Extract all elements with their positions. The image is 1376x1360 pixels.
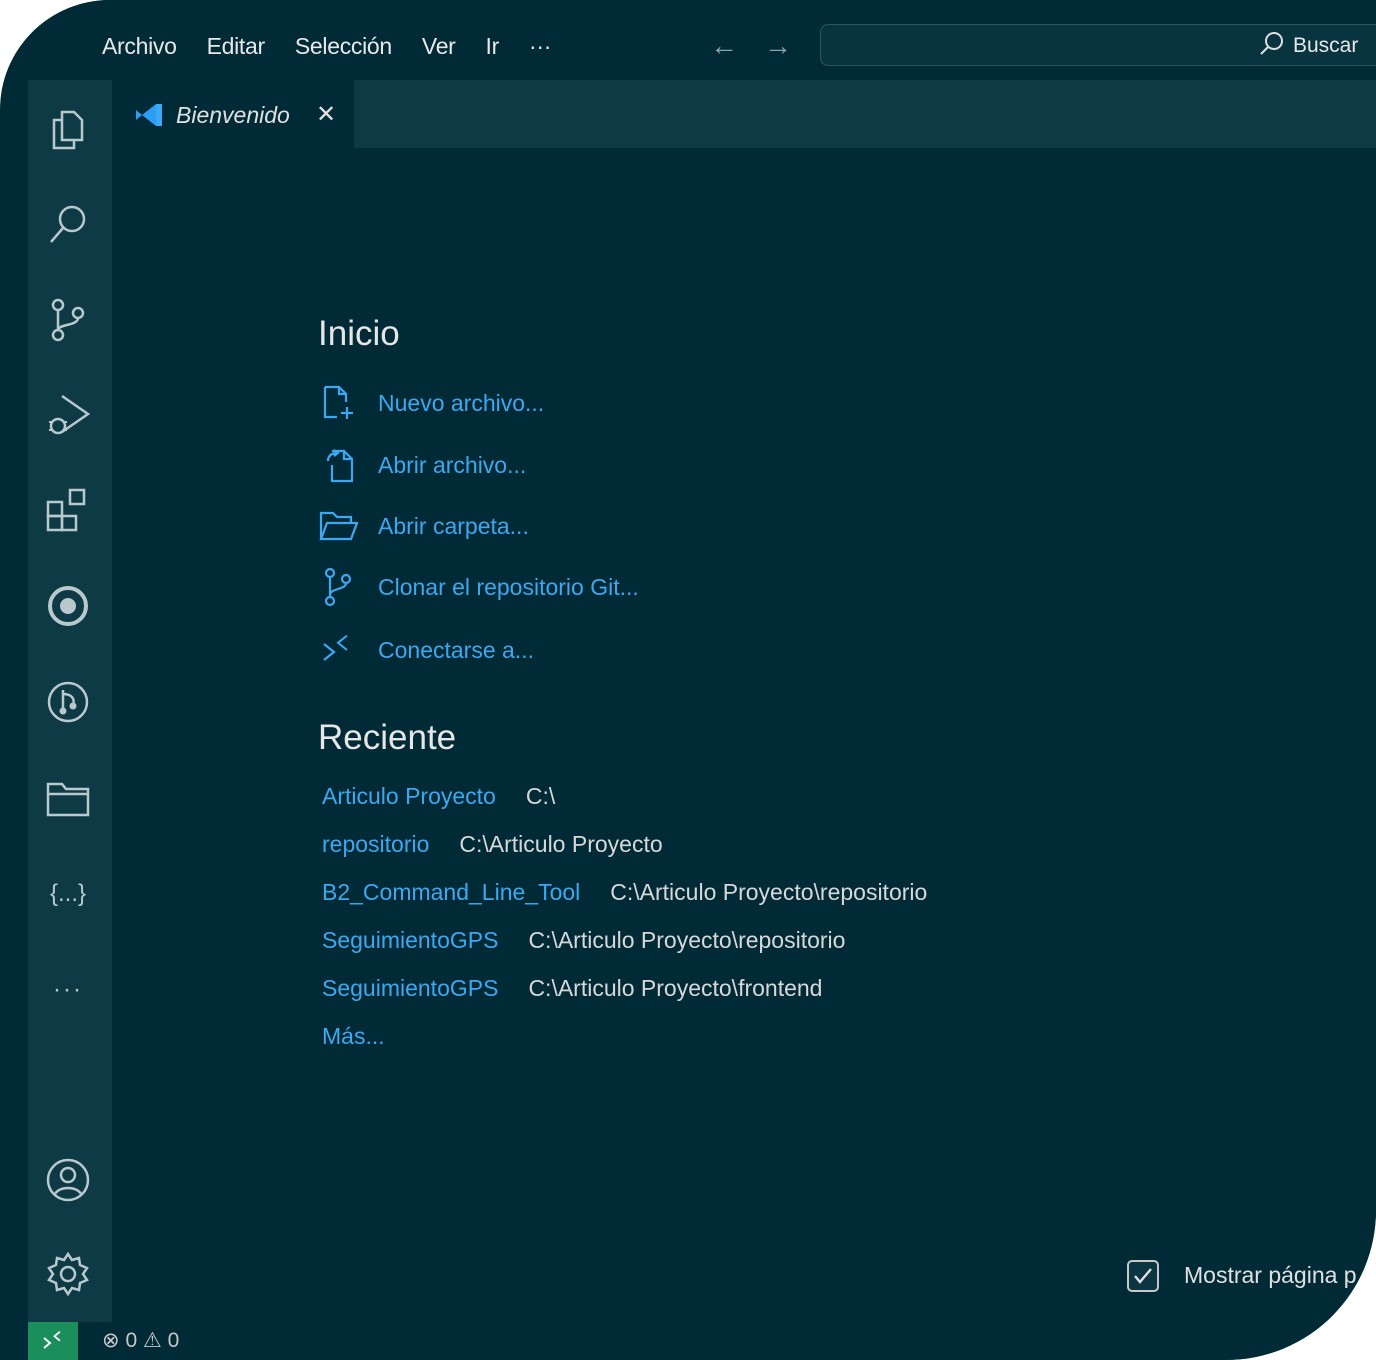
check-icon xyxy=(1134,1268,1152,1284)
start-item-label: Clonar el repositorio Git... xyxy=(378,574,639,600)
remote-icon xyxy=(43,1331,61,1349)
menu-seleccion[interactable]: Selección xyxy=(295,28,392,64)
status-bar: ⊗ 0 ⚠ 0 xyxy=(28,1322,1376,1360)
menu-bar: Archivo Editar Selección Ver Ir ··· xyxy=(102,28,581,64)
start-item-label: Abrir carpeta... xyxy=(378,513,529,539)
recent-heading: Reciente xyxy=(318,718,457,757)
open-file-icon xyxy=(318,445,358,485)
account-icon[interactable] xyxy=(38,1152,98,1208)
more-icon[interactable]: ··· xyxy=(38,962,98,1018)
warning-count: 0 xyxy=(167,1329,180,1352)
menu-ver[interactable]: Ver xyxy=(422,28,456,64)
open-folder-icon xyxy=(318,506,358,546)
run-debug-icon[interactable] xyxy=(38,386,98,442)
error-count: 0 xyxy=(125,1329,138,1352)
recent-item-name[interactable]: SeguimientoGPS xyxy=(322,927,498,954)
title-bar: Archivo Editar Selección Ver Ir ··· ← → … xyxy=(0,0,1376,92)
command-center-search[interactable]: Buscar xyxy=(820,24,1376,66)
new-file-icon xyxy=(318,383,358,423)
show-on-startup-checkbox[interactable] xyxy=(1127,1260,1159,1292)
menu-archivo[interactable]: Archivo xyxy=(102,28,177,64)
git-clone-icon xyxy=(318,567,358,607)
remote-connect-icon xyxy=(318,630,358,670)
recent-item-path: C:\Articulo Proyecto\repositorio xyxy=(610,878,928,905)
warning-icon: ⚠ xyxy=(142,1329,162,1352)
tab-label: Bienvenido xyxy=(176,102,290,128)
search-icon xyxy=(1260,32,1283,55)
vscode-logo-icon xyxy=(136,104,162,126)
start-open-file[interactable]: Abrir archivo... xyxy=(318,443,526,487)
recent-item[interactable]: SeguimientoGPS C:\Articulo Proyecto\fron… xyxy=(322,971,822,1005)
start-item-label: Abrir archivo... xyxy=(378,452,527,478)
menu-editar[interactable]: Editar xyxy=(207,28,266,64)
tab-bienvenido[interactable]: Bienvenido ✕ xyxy=(112,80,354,148)
recent-item-path: C:\ xyxy=(525,782,556,809)
settings-icon[interactable] xyxy=(38,1246,98,1302)
recent-item[interactable]: repositorio C:\Articulo Proyecto xyxy=(322,827,663,861)
back-arrow-icon[interactable]: ← xyxy=(710,28,738,64)
recent-item[interactable]: Articulo Proyecto C:\ xyxy=(322,779,555,813)
menu-more[interactable]: ··· xyxy=(529,28,551,64)
error-icon: ⊗ xyxy=(102,1329,120,1352)
recent-item-path: C:\Articulo Proyecto\repositorio xyxy=(528,926,846,953)
start-item-label: Conectarse a... xyxy=(378,637,534,663)
more-recent-link[interactable]: Más... xyxy=(322,1019,385,1053)
recent-item-path: C:\Articulo Proyecto\frontend xyxy=(528,974,823,1001)
recent-item-name[interactable]: repositorio xyxy=(322,831,429,858)
search-label: Buscar xyxy=(1293,34,1359,57)
welcome-page: Inicio Nuevo archivo... Abrir archivo...… xyxy=(112,148,1376,1322)
activity-bar: {...} ··· xyxy=(28,80,112,1322)
recent-item[interactable]: SeguimientoGPS C:\Articulo Proyecto\repo… xyxy=(322,923,845,957)
explorer-icon[interactable] xyxy=(38,102,98,158)
recent-item-path: C:\Articulo Proyecto xyxy=(459,830,663,857)
close-icon[interactable]: ✕ xyxy=(316,98,336,132)
problems-indicator[interactable]: ⊗ 0 ⚠ 0 xyxy=(102,1326,179,1356)
search-icon[interactable] xyxy=(38,196,98,252)
menu-ir[interactable]: Ir xyxy=(486,28,500,64)
git-graph-icon[interactable] xyxy=(38,674,98,730)
forward-arrow-icon[interactable]: → xyxy=(764,28,792,64)
recent-item[interactable]: B2_Command_Line_Tool C:\Articulo Proyect… xyxy=(322,875,927,909)
remote-indicator[interactable] xyxy=(28,1322,78,1360)
vscode-window: Archivo Editar Selección Ver Ir ··· ← → … xyxy=(0,0,1376,1360)
start-open-folder[interactable]: Abrir carpeta... xyxy=(318,504,529,548)
recent-item-name[interactable]: B2_Command_Line_Tool xyxy=(322,879,580,906)
source-control-icon[interactable] xyxy=(38,292,98,348)
recent-item-name[interactable]: SeguimientoGPS xyxy=(322,975,498,1002)
recent-item-name[interactable]: Articulo Proyecto xyxy=(322,783,496,810)
start-connect[interactable]: Conectarse a... xyxy=(318,628,534,672)
start-item-label: Nuevo archivo... xyxy=(378,390,545,416)
folder-icon[interactable] xyxy=(38,770,98,826)
json-icon[interactable]: {...} xyxy=(38,866,98,922)
extensions-icon[interactable] xyxy=(38,482,98,538)
target-icon[interactable] xyxy=(38,578,98,634)
editor-tab-strip: Bienvenido ✕ xyxy=(112,80,1376,148)
start-heading: Inicio xyxy=(318,314,400,353)
start-clone-git[interactable]: Clonar el repositorio Git... xyxy=(318,565,639,609)
start-new-file[interactable]: Nuevo archivo... xyxy=(318,381,544,425)
show-on-startup-label: Mostrar página p xyxy=(1184,1262,1357,1288)
